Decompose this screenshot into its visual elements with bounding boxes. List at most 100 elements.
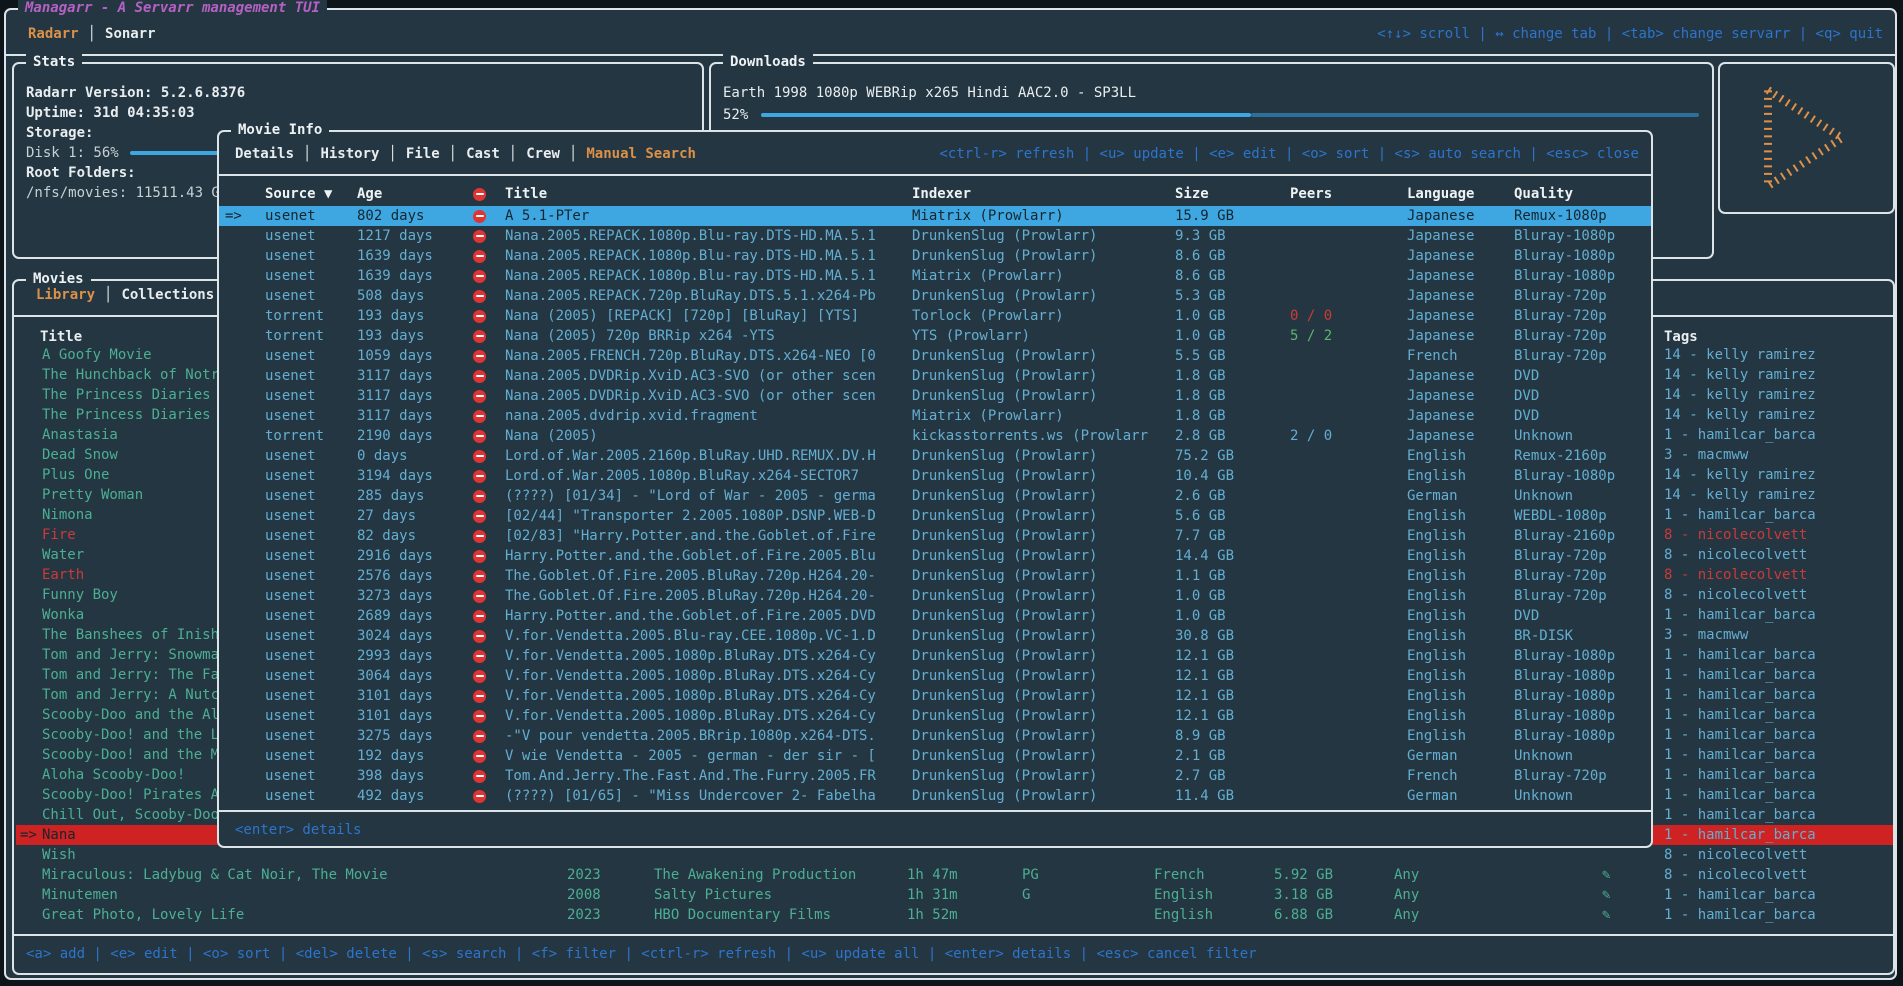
release-row[interactable]: usenet 2576 days The.Goblet.Of.Fire.2005… bbox=[219, 566, 1651, 586]
movie-list-item[interactable]: Wonka bbox=[16, 605, 222, 625]
release-row[interactable]: usenet 3024 days V.for.Vendetta.2005.Blu… bbox=[219, 626, 1651, 646]
tag-cell[interactable]: 1 - hamilcar_barca bbox=[1652, 825, 1893, 845]
movie-list-item[interactable]: Scooby-Doo and the Al bbox=[16, 705, 222, 725]
release-row[interactable]: => usenet 802 days A 5.1-PTer Miatrix (P… bbox=[219, 206, 1651, 226]
release-row[interactable]: usenet 192 days V wie Vendetta - 2005 - … bbox=[219, 746, 1651, 766]
movie-list-item[interactable]: Fire bbox=[16, 525, 222, 545]
tag-cell[interactable]: 1 - hamilcar_barca bbox=[1652, 605, 1893, 625]
tab-crew[interactable]: Crew bbox=[526, 146, 560, 162]
movie-list-item[interactable]: Wish bbox=[16, 845, 222, 865]
release-row[interactable]: usenet 3275 days -"V pour vendetta.2005.… bbox=[219, 726, 1651, 746]
movie-list-item[interactable]: Pretty Woman bbox=[16, 485, 222, 505]
col-quality[interactable]: Quality bbox=[1514, 184, 1648, 204]
release-row[interactable]: usenet 285 days (????) [01/34] - "Lord o… bbox=[219, 486, 1651, 506]
movie-list-item[interactable]: Scooby-Doo! Pirates A bbox=[16, 785, 222, 805]
tag-cell[interactable]: 1 - hamilcar_barca bbox=[1652, 745, 1893, 765]
tab-file[interactable]: File bbox=[406, 146, 440, 162]
tag-cell[interactable]: 1 - hamilcar_barca bbox=[1652, 705, 1893, 725]
release-row[interactable]: usenet 2916 days Harry.Potter.and.the.Go… bbox=[219, 546, 1651, 566]
release-row[interactable]: usenet 3117 days Nana.2005.DVDRip.XviD.A… bbox=[219, 386, 1651, 406]
tab-radarr[interactable]: Radarr bbox=[28, 26, 79, 42]
release-row[interactable]: usenet 398 days Tom.And.Jerry.The.Fast.A… bbox=[219, 766, 1651, 786]
release-row[interactable]: usenet 0 days Lord.of.War.2005.2160p.Blu… bbox=[219, 446, 1651, 466]
release-row[interactable]: usenet 2689 days Harry.Potter.and.the.Go… bbox=[219, 606, 1651, 626]
release-row[interactable]: usenet 492 days (????) [01/65] - "Miss U… bbox=[219, 786, 1651, 806]
tag-cell[interactable]: 14 - kelly ramirez bbox=[1652, 345, 1893, 365]
movie-list-item[interactable]: The Princess Diaries bbox=[16, 385, 222, 405]
movie-list-item[interactable]: Tom and Jerry: A Nutc bbox=[16, 685, 222, 705]
tag-cell[interactable]: 1 - hamilcar_barca bbox=[1652, 685, 1893, 705]
col-peers[interactable]: Peers bbox=[1290, 184, 1402, 204]
tab-cast[interactable]: Cast bbox=[466, 146, 500, 162]
movie-list-item[interactable]: The Hunchback of Notr bbox=[16, 365, 222, 385]
release-row[interactable]: usenet 3101 days V.for.Vendetta.2005.108… bbox=[219, 686, 1651, 706]
col-title[interactable]: Title bbox=[505, 184, 907, 204]
library-row[interactable]: 2008 Salty Pictures 1h 31m G English 3.1… bbox=[14, 885, 1893, 905]
movie-list-item[interactable]: The Banshees of Inish bbox=[16, 625, 222, 645]
release-row[interactable]: usenet 508 days Nana.2005.REPACK.720p.Bl… bbox=[219, 286, 1651, 306]
tag-cell[interactable]: 8 - nicolecolvett bbox=[1652, 545, 1893, 565]
tab-history[interactable]: History bbox=[320, 146, 379, 162]
movie-list-item[interactable]: Nimona bbox=[16, 505, 222, 525]
tag-cell[interactable]: 14 - kelly ramirez bbox=[1652, 385, 1893, 405]
tag-cell[interactable]: 8 - nicolecolvett bbox=[1652, 845, 1893, 865]
tag-cell[interactable]: 1 - hamilcar_barca bbox=[1652, 805, 1893, 825]
movie-list-item[interactable]: Water bbox=[16, 545, 222, 565]
movie-list-item[interactable]: Tom and Jerry: Snowma bbox=[16, 645, 222, 665]
tag-cell[interactable]: 1 - hamilcar_barca bbox=[1652, 665, 1893, 685]
tag-cell[interactable]: 1 - hamilcar_barca bbox=[1652, 505, 1893, 525]
release-row[interactable]: usenet 27 days [02/44] "Transporter 2.20… bbox=[219, 506, 1651, 526]
movie-list-item[interactable]: Earth bbox=[16, 565, 222, 585]
release-row[interactable]: torrent 193 days Nana (2005) [REPACK] [7… bbox=[219, 306, 1651, 326]
movie-list-item[interactable]: Tom and Jerry: The Fa bbox=[16, 665, 222, 685]
tag-cell[interactable]: 1 - hamilcar_barca bbox=[1652, 425, 1893, 445]
tag-cell[interactable]: 8 - nicolecolvett bbox=[1652, 585, 1893, 605]
tab-sonarr[interactable]: Sonarr bbox=[105, 26, 156, 42]
movie-list-item[interactable]: Chill Out, Scooby-Doo bbox=[16, 805, 222, 825]
movie-list-item[interactable]: Scooby-Doo! and the L bbox=[16, 725, 222, 745]
tab-details[interactable]: Details bbox=[235, 146, 294, 162]
col-size[interactable]: Size bbox=[1175, 184, 1283, 204]
tag-cell[interactable]: 14 - kelly ramirez bbox=[1652, 465, 1893, 485]
tag-cell[interactable]: 8 - nicolecolvett bbox=[1652, 525, 1893, 545]
col-language[interactable]: Language bbox=[1407, 184, 1507, 204]
release-row[interactable]: usenet 3101 days V.for.Vendetta.2005.108… bbox=[219, 706, 1651, 726]
release-row[interactable]: torrent 193 days Nana (2005) 720p BRRip … bbox=[219, 326, 1651, 346]
release-row[interactable]: usenet 3273 days The.Goblet.Of.Fire.2005… bbox=[219, 586, 1651, 606]
tag-cell[interactable]: 3 - macmww bbox=[1652, 445, 1893, 465]
release-row[interactable]: usenet 1059 days Nana.2005.FRENCH.720p.B… bbox=[219, 346, 1651, 366]
library-row[interactable]: 2023 HBO Documentary Films 1h 52m Englis… bbox=[14, 905, 1893, 925]
tag-cell[interactable]: 1 - hamilcar_barca bbox=[1652, 725, 1893, 745]
release-row[interactable]: usenet 3194 days Lord.of.War.2005.1080p.… bbox=[219, 466, 1651, 486]
movie-list-item[interactable]: => Nana bbox=[16, 825, 222, 845]
tag-cell[interactable]: 3 - macmww bbox=[1652, 625, 1893, 645]
tab-library[interactable]: Library bbox=[36, 287, 95, 303]
tab-manual-search[interactable]: Manual Search bbox=[586, 146, 696, 162]
col-indexer[interactable]: Indexer bbox=[912, 184, 1170, 204]
movie-list-item[interactable]: Aloha Scooby-Doo! bbox=[16, 765, 222, 785]
movie-list-item[interactable]: A Goofy Movie bbox=[16, 345, 222, 365]
release-row[interactable]: usenet 82 days [02/83] "Harry.Potter.and… bbox=[219, 526, 1651, 546]
tag-cell[interactable]: 1 - hamilcar_barca bbox=[1652, 765, 1893, 785]
release-row[interactable]: usenet 3117 days nana.2005.dvdrip.xvid.f… bbox=[219, 406, 1651, 426]
col-source[interactable]: Source ▼ bbox=[265, 184, 349, 204]
tab-collections[interactable]: Collections bbox=[121, 287, 214, 303]
movie-list-item[interactable]: Anastasia bbox=[16, 425, 222, 445]
tag-cell[interactable]: 1 - hamilcar_barca bbox=[1652, 785, 1893, 805]
movie-list-item[interactable]: Dead Snow bbox=[16, 445, 222, 465]
release-row[interactable]: usenet 2993 days V.for.Vendetta.2005.108… bbox=[219, 646, 1651, 666]
tag-cell[interactable]: 14 - kelly ramirez bbox=[1652, 405, 1893, 425]
movie-list-item[interactable]: Plus One bbox=[16, 465, 222, 485]
movie-list-item[interactable]: Scooby-Doo! and the M bbox=[16, 745, 222, 765]
release-row[interactable]: usenet 3064 days V.for.Vendetta.2005.108… bbox=[219, 666, 1651, 686]
release-row[interactable]: usenet 1639 days Nana.2005.REPACK.1080p.… bbox=[219, 266, 1651, 286]
tag-cell[interactable]: 14 - kelly ramirez bbox=[1652, 365, 1893, 385]
tag-cell[interactable]: 8 - nicolecolvett bbox=[1652, 565, 1893, 585]
release-row[interactable]: usenet 1217 days Nana.2005.REPACK.1080p.… bbox=[219, 226, 1651, 246]
release-row[interactable]: torrent 2190 days Nana (2005) kickasstor… bbox=[219, 426, 1651, 446]
col-age[interactable]: Age bbox=[357, 184, 469, 204]
release-row[interactable]: usenet 1639 days Nana.2005.REPACK.1080p.… bbox=[219, 246, 1651, 266]
library-row[interactable]: 2023 The Awakening Production 1h 47m PG … bbox=[14, 865, 1893, 885]
movie-list-item[interactable]: The Princess Diaries bbox=[16, 405, 222, 425]
movie-list-item[interactable]: Funny Boy bbox=[16, 585, 222, 605]
